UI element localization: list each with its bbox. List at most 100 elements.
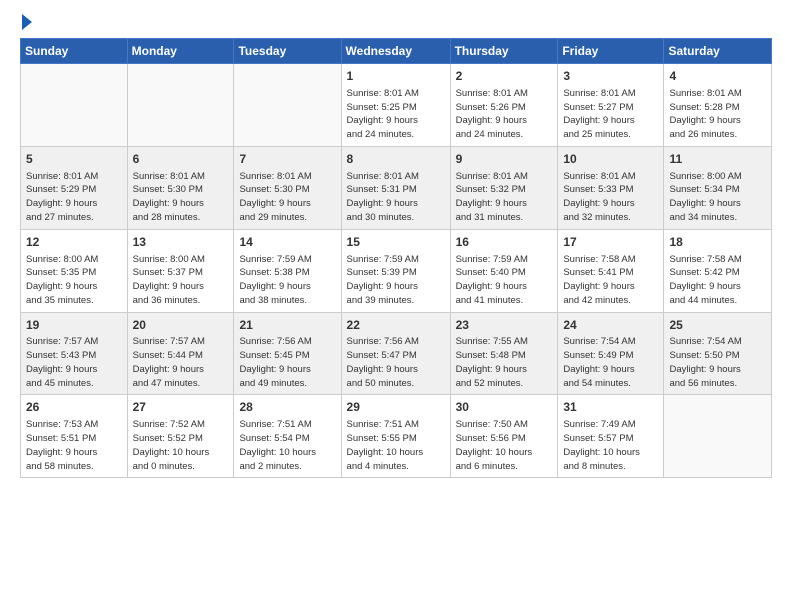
calendar-week-row: 26 Sunrise: 7:53 AM Sunset: 5:51 PM Dayli…: [21, 395, 772, 478]
calendar-cell: 30 Sunrise: 7:50 AM Sunset: 5:56 PM Dayli…: [450, 395, 558, 478]
day-info: Sunrise: 7:54 AM Sunset: 5:49 PM Dayligh…: [563, 335, 658, 390]
day-number: 3: [563, 68, 658, 85]
calendar-cell: 7 Sunrise: 8:01 AM Sunset: 5:30 PM Daylig…: [234, 146, 341, 229]
day-number: 16: [456, 234, 553, 251]
calendar-cell: 20Sunrise: 7:57 AM Sunset: 5:44 PM Dayli…: [127, 312, 234, 395]
calendar-table: SundayMondayTuesdayWednesdayThursdayFrid…: [20, 38, 772, 478]
calendar-week-row: 12 Sunrise: 8:00 AM Sunset: 5:35 PM Dayli…: [21, 229, 772, 312]
day-info: Sunrise: 8:01 AM Sunset: 5:25 PM Dayligh…: [347, 87, 445, 142]
day-number: 27: [133, 399, 229, 416]
calendar-cell: 6 Sunrise: 8:01 AM Sunset: 5:30 PM Daylig…: [127, 146, 234, 229]
day-number: 11: [669, 151, 766, 168]
calendar-cell: 26 Sunrise: 7:53 AM Sunset: 5:51 PM Dayli…: [21, 395, 128, 478]
weekday-header-friday: Friday: [558, 39, 664, 64]
day-number: 17: [563, 234, 658, 251]
calendar-cell: 23Sunrise: 7:55 AM Sunset: 5:48 PM Dayli…: [450, 312, 558, 395]
calendar-cell: 27 Sunrise: 7:52 AM Sunset: 5:52 PM Dayli…: [127, 395, 234, 478]
day-info: Sunrise: 8:01 AM Sunset: 5:26 PM Dayligh…: [456, 87, 553, 142]
day-info: Sunrise: 7:56 AM Sunset: 5:47 PM Dayligh…: [347, 335, 445, 390]
day-number: 2: [456, 68, 553, 85]
day-number: 28: [239, 399, 335, 416]
calendar-cell: 29Sunrise: 7:51 AM Sunset: 5:55 PM Dayli…: [341, 395, 450, 478]
day-number: 20: [133, 317, 229, 334]
day-number: 23: [456, 317, 553, 334]
day-number: 5: [26, 151, 122, 168]
logo-arrow-icon: [22, 14, 32, 30]
calendar-cell: 11 Sunrise: 8:00 AM Sunset: 5:34 PM Dayli…: [664, 146, 772, 229]
day-info: Sunrise: 7:58 AM Sunset: 5:42 PM Dayligh…: [669, 253, 766, 308]
day-number: 4: [669, 68, 766, 85]
day-info: Sunrise: 7:58 AM Sunset: 5:41 PM Dayligh…: [563, 253, 658, 308]
day-number: 22: [347, 317, 445, 334]
weekday-header-tuesday: Tuesday: [234, 39, 341, 64]
day-number: 10: [563, 151, 658, 168]
day-number: 30: [456, 399, 553, 416]
day-info: Sunrise: 7:59 AM Sunset: 5:39 PM Dayligh…: [347, 253, 445, 308]
day-number: 19: [26, 317, 122, 334]
day-info: Sunrise: 8:00 AM Sunset: 5:34 PM Dayligh…: [669, 170, 766, 225]
day-number: 1: [347, 68, 445, 85]
calendar-cell: 28 Sunrise: 7:51 AM Sunset: 5:54 PM Dayli…: [234, 395, 341, 478]
day-info: Sunrise: 7:59 AM Sunset: 5:40 PM Dayligh…: [456, 253, 553, 308]
calendar-week-row: 1 Sunrise: 8:01 AM Sunset: 5:25 PM Daylig…: [21, 64, 772, 147]
weekday-header-row: SundayMondayTuesdayWednesdayThursdayFrid…: [21, 39, 772, 64]
day-number: 6: [133, 151, 229, 168]
day-info: Sunrise: 7:52 AM Sunset: 5:52 PM Dayligh…: [133, 418, 229, 473]
day-info: Sunrise: 7:53 AM Sunset: 5:51 PM Dayligh…: [26, 418, 122, 473]
logo: [20, 16, 32, 30]
calendar-week-row: 5Sunrise: 8:01 AM Sunset: 5:29 PM Daylig…: [21, 146, 772, 229]
calendar-cell: 10 Sunrise: 8:01 AM Sunset: 5:33 PM Dayli…: [558, 146, 664, 229]
calendar-cell: 13Sunrise: 8:00 AM Sunset: 5:37 PM Dayli…: [127, 229, 234, 312]
day-info: Sunrise: 8:01 AM Sunset: 5:27 PM Dayligh…: [563, 87, 658, 142]
day-number: 15: [347, 234, 445, 251]
calendar-cell: 16 Sunrise: 7:59 AM Sunset: 5:40 PM Dayli…: [450, 229, 558, 312]
calendar-cell: 1 Sunrise: 8:01 AM Sunset: 5:25 PM Daylig…: [341, 64, 450, 147]
calendar-cell: 3 Sunrise: 8:01 AM Sunset: 5:27 PM Daylig…: [558, 64, 664, 147]
weekday-header-thursday: Thursday: [450, 39, 558, 64]
day-number: 18: [669, 234, 766, 251]
day-number: 14: [239, 234, 335, 251]
day-info: Sunrise: 7:55 AM Sunset: 5:48 PM Dayligh…: [456, 335, 553, 390]
day-info: Sunrise: 7:57 AM Sunset: 5:43 PM Dayligh…: [26, 335, 122, 390]
header: [20, 16, 772, 30]
day-number: 26: [26, 399, 122, 416]
day-number: 12: [26, 234, 122, 251]
day-info: Sunrise: 7:51 AM Sunset: 5:54 PM Dayligh…: [239, 418, 335, 473]
calendar-cell: 9Sunrise: 8:01 AM Sunset: 5:32 PM Daylig…: [450, 146, 558, 229]
calendar-cell: 22Sunrise: 7:56 AM Sunset: 5:47 PM Dayli…: [341, 312, 450, 395]
day-info: Sunrise: 7:59 AM Sunset: 5:38 PM Dayligh…: [239, 253, 335, 308]
calendar-cell: [127, 64, 234, 147]
weekday-header-wednesday: Wednesday: [341, 39, 450, 64]
day-info: Sunrise: 8:01 AM Sunset: 5:28 PM Dayligh…: [669, 87, 766, 142]
calendar-cell: 19Sunrise: 7:57 AM Sunset: 5:43 PM Dayli…: [21, 312, 128, 395]
calendar-cell: [234, 64, 341, 147]
day-number: 31: [563, 399, 658, 416]
day-number: 24: [563, 317, 658, 334]
day-info: Sunrise: 8:00 AM Sunset: 5:37 PM Dayligh…: [133, 253, 229, 308]
day-number: 8: [347, 151, 445, 168]
calendar-cell: 18 Sunrise: 7:58 AM Sunset: 5:42 PM Dayli…: [664, 229, 772, 312]
day-info: Sunrise: 8:01 AM Sunset: 5:30 PM Dayligh…: [133, 170, 229, 225]
day-number: 7: [239, 151, 335, 168]
calendar-cell: 17 Sunrise: 7:58 AM Sunset: 5:41 PM Dayli…: [558, 229, 664, 312]
day-info: Sunrise: 7:57 AM Sunset: 5:44 PM Dayligh…: [133, 335, 229, 390]
day-info: Sunrise: 7:56 AM Sunset: 5:45 PM Dayligh…: [239, 335, 335, 390]
day-info: Sunrise: 8:01 AM Sunset: 5:33 PM Dayligh…: [563, 170, 658, 225]
day-info: Sunrise: 8:01 AM Sunset: 5:30 PM Dayligh…: [239, 170, 335, 225]
day-info: Sunrise: 7:54 AM Sunset: 5:50 PM Dayligh…: [669, 335, 766, 390]
day-info: Sunrise: 8:00 AM Sunset: 5:35 PM Dayligh…: [26, 253, 122, 308]
calendar-cell: 5Sunrise: 8:01 AM Sunset: 5:29 PM Daylig…: [21, 146, 128, 229]
calendar-cell: 15 Sunrise: 7:59 AM Sunset: 5:39 PM Dayli…: [341, 229, 450, 312]
calendar-cell: [21, 64, 128, 147]
calendar-cell: 4 Sunrise: 8:01 AM Sunset: 5:28 PM Daylig…: [664, 64, 772, 147]
day-info: Sunrise: 8:01 AM Sunset: 5:31 PM Dayligh…: [347, 170, 445, 225]
calendar-cell: 12 Sunrise: 8:00 AM Sunset: 5:35 PM Dayli…: [21, 229, 128, 312]
day-info: Sunrise: 7:50 AM Sunset: 5:56 PM Dayligh…: [456, 418, 553, 473]
calendar-cell: 31Sunrise: 7:49 AM Sunset: 5:57 PM Dayli…: [558, 395, 664, 478]
calendar-cell: 24Sunrise: 7:54 AM Sunset: 5:49 PM Dayli…: [558, 312, 664, 395]
day-number: 25: [669, 317, 766, 334]
calendar-cell: 14 Sunrise: 7:59 AM Sunset: 5:38 PM Dayli…: [234, 229, 341, 312]
calendar-cell: 25Sunrise: 7:54 AM Sunset: 5:50 PM Dayli…: [664, 312, 772, 395]
calendar-cell: 8 Sunrise: 8:01 AM Sunset: 5:31 PM Daylig…: [341, 146, 450, 229]
calendar-week-row: 19Sunrise: 7:57 AM Sunset: 5:43 PM Dayli…: [21, 312, 772, 395]
